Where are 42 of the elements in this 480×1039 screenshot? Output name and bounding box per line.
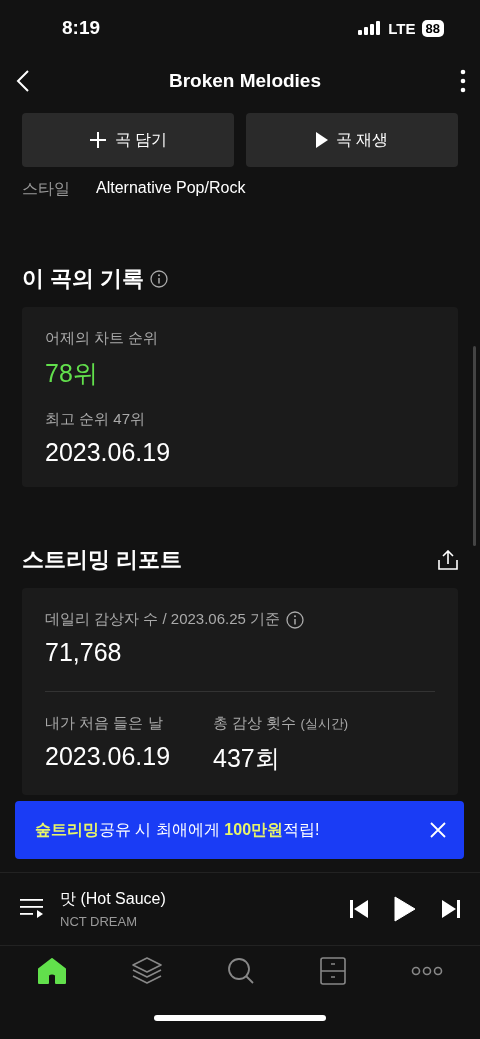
first-listen-value: 2023.06.19 bbox=[45, 742, 172, 771]
playlist-icon[interactable] bbox=[20, 898, 44, 920]
battery-level: 88 bbox=[421, 19, 444, 37]
chart-rank-value: 78위 bbox=[45, 358, 99, 389]
total-plays-value: 437회 bbox=[213, 743, 281, 774]
network-label: LTE bbox=[388, 19, 416, 37]
info-icon[interactable] bbox=[286, 610, 305, 629]
section-title: 스트리밍 리포트 bbox=[22, 546, 183, 574]
total-plays-label: 총 감상 횟수 (실시간) bbox=[213, 714, 350, 733]
search-icon[interactable] bbox=[226, 957, 255, 985]
play-song-button[interactable]: 곡 재생 bbox=[246, 113, 458, 167]
track-title: 맛 (Hot Sauce) bbox=[60, 889, 167, 909]
share-icon[interactable] bbox=[438, 550, 458, 570]
play-icon[interactable] bbox=[394, 896, 416, 922]
daily-listeners-label: 데일리 감상자 수 / 2023.06.25 기준 bbox=[45, 610, 281, 629]
promo-banner[interactable]: 숲트리밍공유 시 최애에게 100만원적립! bbox=[15, 801, 464, 859]
daily-listeners-value: 71,768 bbox=[45, 638, 123, 667]
peak-rank-label: 최고 순위 47위 bbox=[45, 410, 147, 429]
more-icon[interactable] bbox=[411, 966, 444, 976]
layers-icon[interactable] bbox=[131, 957, 162, 985]
play-icon bbox=[315, 132, 328, 148]
section-title: 이 곡의 기록 bbox=[22, 265, 145, 293]
style-value: Alternative Pop/Rock bbox=[96, 179, 246, 198]
back-icon[interactable] bbox=[16, 69, 30, 93]
track-artist: NCT DREAM bbox=[60, 914, 139, 929]
next-icon[interactable] bbox=[442, 899, 460, 919]
first-listen-label: 내가 처음 들은 날 bbox=[45, 714, 164, 733]
banner-text: 숲트리밍공유 시 최애에게 100만원적립! bbox=[35, 819, 320, 840]
drawer-icon[interactable] bbox=[320, 957, 347, 985]
signal-icon bbox=[358, 21, 383, 35]
page-title: Broken Melodies bbox=[168, 70, 321, 92]
peak-date-value: 2023.06.19 bbox=[45, 438, 172, 467]
close-icon[interactable] bbox=[430, 822, 446, 838]
plus-icon bbox=[88, 131, 107, 149]
style-label: 스타일 bbox=[22, 179, 70, 199]
add-song-button[interactable]: 곡 담기 bbox=[22, 113, 234, 167]
more-options-icon[interactable] bbox=[460, 69, 466, 93]
home-icon[interactable] bbox=[36, 958, 67, 984]
info-icon[interactable] bbox=[150, 270, 169, 288]
status-time: 8:19 bbox=[62, 17, 101, 39]
previous-icon[interactable] bbox=[350, 899, 368, 919]
chart-rank-label: 어제의 차트 순위 bbox=[45, 329, 160, 348]
